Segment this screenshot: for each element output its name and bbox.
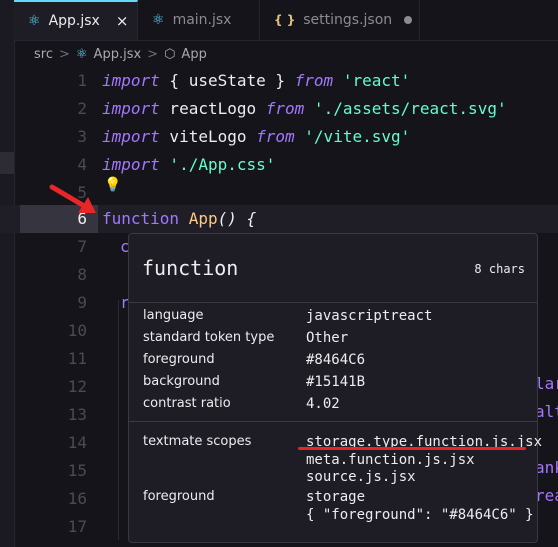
breadcrumb-symbol[interactable]: App (181, 47, 206, 62)
line-number: 9 (77, 293, 87, 312)
function-name: App (179, 209, 218, 228)
indent-guide (118, 300, 119, 540)
line-number: 8 (77, 265, 87, 284)
keyword: from (265, 99, 305, 118)
scope-value: source.js.jsx (306, 469, 416, 485)
red-arrow-icon (49, 184, 96, 213)
chevron-right-icon: > (147, 46, 159, 62)
row-value: javascriptreact (306, 308, 433, 324)
keyword: from (256, 127, 295, 146)
line-number: 7 (77, 237, 87, 256)
token-inspector-popup: function 8 chars language javascriptreac… (128, 233, 542, 543)
popup-divider (129, 421, 537, 422)
row-value: #8464C6 (306, 352, 366, 368)
row-key: language (143, 308, 204, 323)
string-literal: './App.css' (159, 155, 276, 174)
code-text: viteLogo (159, 127, 257, 146)
react-icon: ⚛ (152, 12, 165, 28)
peek-text: lar (535, 374, 558, 393)
react-icon: ⚛ (28, 13, 41, 29)
line-number: 3 (77, 127, 87, 146)
red-underline-annotation (298, 447, 526, 450)
row-key: contrast ratio (143, 396, 231, 411)
row-value: Other (306, 330, 349, 346)
tab-label: settings.json (303, 12, 393, 28)
code-line-4[interactable]: 4 import './App.css' (0, 151, 558, 179)
row-value: 4.02 (306, 396, 340, 412)
modified-dot-icon[interactable] (404, 16, 413, 24)
popup-header: function 8 chars (129, 234, 537, 303)
keyword: import (102, 127, 160, 146)
braces-icon: { } (274, 13, 296, 27)
row-key: textmate scopes (143, 434, 252, 449)
scope-value: meta.function.js.jsx (306, 452, 475, 468)
line-number: 11 (67, 349, 87, 368)
tab-label: main.jsx (172, 12, 232, 28)
tab-main-jsx[interactable]: ⚛ main.jsx (138, 0, 260, 40)
symbol-icon: ⬡ (164, 46, 176, 62)
code-line-2[interactable]: 2 import reactLogo from './assets/react.… (0, 95, 558, 123)
row-key: background (143, 374, 220, 389)
peek-text: ank (535, 458, 558, 477)
chevron-right-icon: > (58, 46, 70, 62)
tab-label: App.jsx (48, 13, 100, 29)
breadcrumb: src > ⚛ App.jsx > ⬡ App (14, 41, 558, 67)
string-literal: 'react' (333, 71, 411, 90)
token-title: function (142, 256, 239, 280)
close-icon[interactable]: × (116, 12, 129, 30)
peek-text: rea (535, 486, 558, 505)
row-value: #15141B (306, 374, 366, 390)
row-key: foreground (143, 489, 215, 504)
row-key: foreground (143, 352, 215, 367)
tab-app-jsx[interactable]: ⚛ App.jsx × (14, 0, 138, 40)
line-number: 14 (67, 433, 87, 452)
rule-value: { "foreground": "#8464C6" } (306, 507, 534, 523)
line-number: 1 (77, 71, 87, 90)
keyword: from (294, 71, 334, 90)
line-number: 4 (77, 155, 87, 174)
line-number: 15 (67, 461, 87, 480)
string-literal: './assets/react.svg' (304, 99, 507, 118)
react-icon: ⚛ (75, 46, 88, 62)
lightbulb-icon[interactable]: 💡 (104, 177, 121, 193)
breadcrumb-file[interactable]: App.jsx (94, 47, 142, 62)
line-number: 17 (67, 517, 87, 536)
tab-bar: ⚛ App.jsx × ⚛ main.jsx { } settings.json (14, 0, 558, 41)
code-text: reactLogo (159, 99, 266, 118)
rule-value: storage (306, 489, 366, 505)
peek-text: alt (535, 402, 558, 421)
string-literal: '/vite.svg' (294, 127, 411, 146)
code-text: { useState } (159, 71, 295, 90)
line-number: 2 (77, 99, 87, 118)
keyword: import (102, 71, 160, 90)
code-line-3[interactable]: 3 import viteLogo from '/vite.svg' (0, 123, 558, 151)
line-number: 10 (67, 321, 87, 340)
tab-settings-json[interactable]: { } settings.json (260, 0, 420, 40)
line-number: 16 (67, 489, 87, 508)
code-text: () { (217, 209, 257, 228)
function-keyword[interactable]: function (102, 209, 179, 228)
char-count: 8 chars (474, 262, 525, 276)
keyword: import (102, 155, 160, 174)
line-number: 13 (67, 405, 87, 424)
line-number: 12 (67, 377, 87, 396)
breadcrumb-src[interactable]: src (34, 47, 53, 62)
keyword: import (102, 99, 160, 118)
row-key: standard token type (143, 330, 275, 345)
code-line-1[interactable]: 1 import { useState } from 'react' (0, 67, 558, 95)
